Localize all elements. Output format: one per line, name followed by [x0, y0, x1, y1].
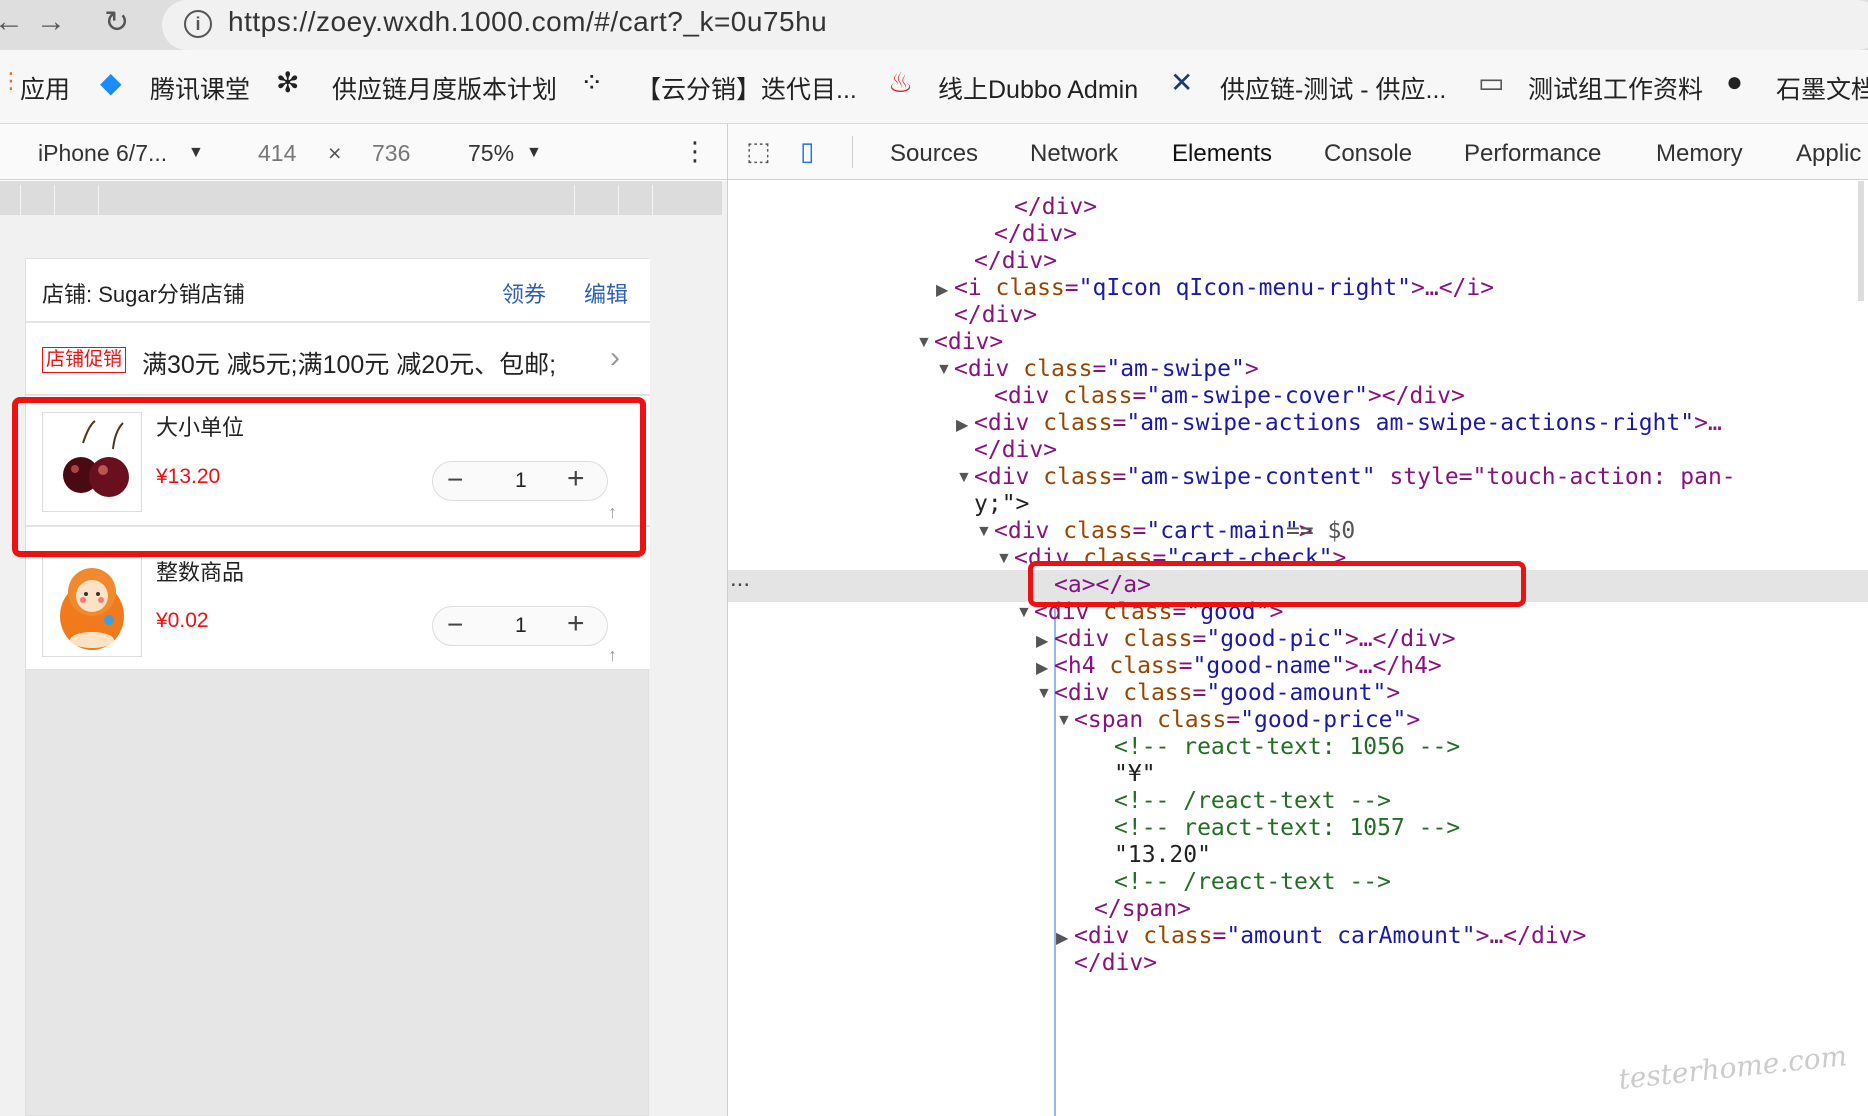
promo-badge: 店铺促销: [42, 347, 127, 373]
shop-header: 店铺: Sugar分销店铺 领券 编辑: [26, 259, 650, 322]
arrow-up-icon[interactable]: ↑: [608, 645, 617, 666]
tab-elements[interactable]: Elements: [1172, 140, 1272, 168]
tab-memory[interactable]: Memory: [1656, 140, 1743, 168]
media-query-ruler: [0, 181, 722, 215]
expand-arrow-icon[interactable]: ▶: [1036, 658, 1048, 678]
apps-icon: ⋮: [0, 68, 22, 93]
plus-icon[interactable]: +: [567, 607, 585, 641]
bookmark-supply-test[interactable]: 供应链-测试 - 供应...: [1220, 70, 1446, 106]
dom-node[interactable]: <div class="am-swipe-actions am-swipe-ac…: [974, 407, 1722, 439]
tab-application[interactable]: Applic: [1796, 140, 1861, 168]
scrollbar[interactable]: [1858, 181, 1864, 301]
collapse-arrow-icon[interactable]: ▼: [996, 550, 1012, 568]
dubbo-icon: ♨: [888, 67, 914, 98]
collapse-arrow-icon[interactable]: ▼: [976, 523, 992, 541]
reload-icon[interactable]: ↻: [104, 5, 129, 40]
folder-icon: ▭: [1478, 67, 1505, 98]
edit-link[interactable]: 编辑: [584, 277, 628, 309]
more-options-icon[interactable]: ⋮: [682, 136, 708, 167]
device-preview: 店铺: Sugar分销店铺 领券 编辑 店铺促销 满30元 减5元;满100元 …: [0, 181, 727, 1116]
collapse-arrow-icon[interactable]: ▼: [936, 361, 952, 379]
expand-arrow-icon[interactable]: ▶: [936, 280, 948, 300]
tab-console[interactable]: Console: [1324, 140, 1412, 168]
devtools-toolbar: iPhone 6/7... ▼ 414 × 736 75% ▼ ⋮ ⬚ ▯ So…: [0, 124, 1868, 180]
device-height[interactable]: 736: [372, 140, 410, 167]
device-width[interactable]: 414: [258, 140, 296, 167]
zoom-select[interactable]: 75%: [468, 140, 514, 167]
chevron-right-icon[interactable]: ›: [610, 341, 620, 375]
item-name: 整数商品: [156, 560, 245, 585]
elements-panel: ... </div> </div> </div> <i class="qIcon qI…: [728, 181, 1868, 1116]
collapse-arrow-icon[interactable]: ▼: [1056, 712, 1072, 730]
tab-sources[interactable]: Sources: [890, 140, 978, 168]
bookmark-apps[interactable]: 应用: [20, 70, 70, 106]
dom-node[interactable]: <div class="am-swipe-content" style="tou…: [974, 461, 1736, 493]
inspect-icon[interactable]: ⬚: [746, 136, 771, 167]
quantity-value[interactable]: 1: [515, 614, 527, 638]
bookmark-test-folder[interactable]: 测试组工作资料: [1528, 70, 1703, 106]
collapse-arrow-icon[interactable]: ▼: [956, 469, 972, 487]
item-price: ¥0.02: [156, 609, 209, 632]
collapse-arrow-icon[interactable]: ▼: [916, 334, 932, 352]
device-toggle-icon[interactable]: ▯: [800, 136, 814, 167]
bookmark-shimo[interactable]: 石墨文档: [1776, 70, 1868, 106]
bookmark-tencent-classroom[interactable]: 腾讯课堂: [150, 70, 250, 106]
dom-node[interactable]: <!-- react-text: 1056 -->: [1114, 731, 1460, 763]
highlight-box: [12, 397, 646, 557]
dom-node[interactable]: </div>: [1074, 947, 1157, 979]
highlight-box: [1028, 561, 1526, 607]
shimo-icon: ●: [1726, 66, 1743, 97]
watermark: testerhome.com: [1616, 1039, 1849, 1096]
collapse-arrow-icon[interactable]: ▼: [1036, 685, 1052, 703]
graph-icon: ⁘: [580, 67, 604, 98]
phone-viewport: 店铺: Sugar分销店铺 领券 编辑 店铺促销 满30元 减5元;满100元 …: [25, 258, 650, 1116]
jira-icon: ✻: [276, 67, 300, 98]
bookmark-supply-plan[interactable]: 供应链月度版本计划: [332, 70, 557, 106]
coupon-link[interactable]: 领券: [502, 277, 546, 309]
info-icon[interactable]: i: [184, 10, 212, 38]
browser-address-bar: ← → ↻ i https://zoey.wxdh.1000.com/#/car…: [0, 0, 1868, 50]
tab-network[interactable]: Network: [1030, 140, 1118, 168]
expand-arrow-icon[interactable]: ▶: [1036, 631, 1048, 651]
toolbar-divider: [852, 136, 853, 168]
doll-image[interactable]: [42, 557, 142, 657]
shop-title: 店铺: Sugar分销店铺: [42, 282, 245, 307]
promo-row[interactable]: 店铺促销 满30元 减5元;满100元 减20元、包邮; ›: [26, 323, 650, 395]
device-select[interactable]: iPhone 6/7...: [38, 140, 167, 167]
expand-arrow-icon[interactable]: ▶: [1056, 928, 1068, 948]
promo-text: 满30元 减5元;满100元 减20元、包邮;: [142, 351, 557, 379]
device-dropdown-icon[interactable]: ▼: [188, 144, 204, 162]
tools-icon: ✕: [1170, 67, 1194, 98]
bookmarks-bar: ⋮ 应用 ◆ 腾讯课堂 ✻ 供应链月度版本计划 ⁘ 【云分销】迭代目... ♨ …: [0, 50, 1868, 124]
times-sign: ×: [328, 140, 342, 166]
back-icon[interactable]: ←: [0, 5, 24, 39]
tab-performance[interactable]: Performance: [1464, 140, 1601, 168]
quantity-stepper: − 1 +: [432, 606, 608, 646]
collapse-arrow-icon[interactable]: ▼: [1016, 604, 1032, 622]
bookmark-dubbo-admin[interactable]: 线上Dubbo Admin: [938, 70, 1138, 106]
minus-icon[interactable]: −: [447, 609, 463, 641]
url-text[interactable]: https://zoey.wxdh.1000.com/#/cart?_k=0u7…: [228, 6, 827, 38]
tencent-classroom-icon: ◆: [100, 67, 122, 98]
bookmark-cloud-iteration[interactable]: 【云分销】迭代目...: [636, 70, 857, 106]
zoom-dropdown-icon[interactable]: ▼: [526, 144, 542, 162]
forward-icon[interactable]: →: [36, 5, 66, 39]
expand-arrow-icon[interactable]: ▶: [956, 415, 968, 435]
row-options[interactable]: ...: [730, 565, 750, 593]
